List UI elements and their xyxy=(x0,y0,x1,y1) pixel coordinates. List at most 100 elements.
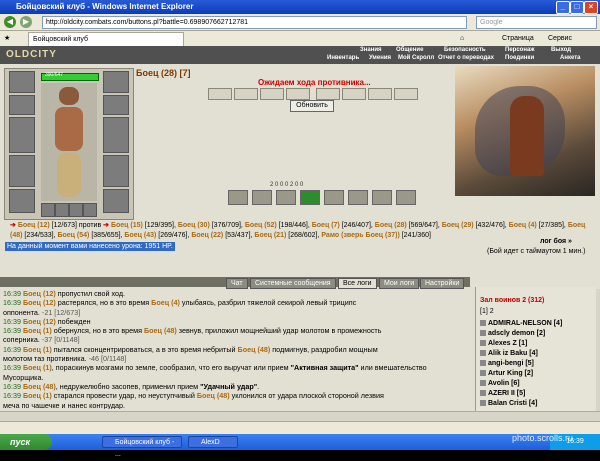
room-user[interactable]: Artur King [2] xyxy=(480,370,533,377)
menu-transfers[interactable]: Отчет о переводах xyxy=(438,55,494,61)
room-pages[interactable]: [1] 2 xyxy=(480,308,494,315)
belt-slot[interactable] xyxy=(9,189,35,213)
taskbar-item-ie[interactable]: Бойцовский клуб - ... xyxy=(102,436,182,458)
opponent-name[interactable]: Боец (28) xyxy=(375,222,407,229)
gloves-slot[interactable] xyxy=(83,203,97,217)
taskbar-item-alexd[interactable]: AlexD xyxy=(188,436,238,448)
menu-inventory[interactable]: Инвентарь xyxy=(327,55,359,61)
bracer-slot[interactable] xyxy=(103,95,129,115)
room-user[interactable]: Alik iz Baku [4] xyxy=(480,350,538,357)
room-user[interactable]: adscly demon [2] xyxy=(480,330,545,337)
ring-slot[interactable] xyxy=(69,203,83,217)
close-button[interactable]: × xyxy=(584,1,598,14)
attack-zone-scroll[interactable] xyxy=(286,88,310,100)
menu-skills[interactable]: Умения xyxy=(369,55,391,61)
opponent-name[interactable]: Боец (43) xyxy=(124,232,156,239)
tab-system[interactable]: Системные сообщения xyxy=(250,278,336,289)
ring-slot[interactable] xyxy=(55,203,69,217)
room-user-name[interactable]: adscly demon [2] xyxy=(488,330,545,337)
opponent-name[interactable]: Боец (4) xyxy=(509,222,537,229)
battle-log-link[interactable]: лог боя » xyxy=(540,238,572,245)
back-icon[interactable]: ◀ xyxy=(4,16,16,28)
ring-slot[interactable] xyxy=(41,203,55,217)
tab-my-logs[interactable]: Мои логи xyxy=(379,278,420,289)
menu-knowledge[interactable]: Знания xyxy=(360,47,382,53)
room-user-name[interactable]: Alexes Z [1] xyxy=(488,340,527,347)
chat-player-name[interactable]: Боец (48) xyxy=(23,382,56,391)
opponent-name[interactable]: Рамо (зверь Боец (37)) xyxy=(321,232,399,239)
chat-player-name[interactable]: Боец (48) xyxy=(144,326,177,335)
tactic-icon[interactable] xyxy=(276,190,296,205)
opponent-name[interactable]: Боец (29) xyxy=(442,222,474,229)
attack-zone-scroll[interactable] xyxy=(208,88,232,100)
room-user-name[interactable]: AZERI II [5] xyxy=(488,390,525,397)
chat-player-name[interactable]: Боец (1) xyxy=(23,345,52,354)
tactic-icon[interactable] xyxy=(324,190,344,205)
chat-player-name[interactable]: Боец (12) xyxy=(23,298,56,307)
room-user-name[interactable]: Artur King [2] xyxy=(488,370,533,377)
opponent-name[interactable]: Боец (15) xyxy=(111,222,143,229)
armor-slot[interactable] xyxy=(9,155,35,187)
tab-all-logs[interactable]: Все логи xyxy=(338,278,377,289)
tab-settings[interactable]: Настройки xyxy=(420,278,465,289)
search-input[interactable]: Google xyxy=(476,16,597,29)
chat-player-name[interactable]: Боец (1) xyxy=(23,326,52,335)
tactic-icon[interactable] xyxy=(372,190,392,205)
tab-combats[interactable]: Бойцовский клуб xyxy=(28,32,184,47)
maximize-button[interactable]: □ xyxy=(570,1,584,14)
forward-icon[interactable]: ▶ xyxy=(20,16,32,28)
defense-zone-scroll[interactable] xyxy=(394,88,418,100)
chat-player-name[interactable]: Боец (1) xyxy=(23,391,52,400)
opponent-name[interactable]: Боец (7) xyxy=(312,222,340,229)
chat-player-name[interactable]: Боец (12) xyxy=(23,317,56,326)
tactic-icon[interactable] xyxy=(348,190,368,205)
opponent-name[interactable]: Боец (12) xyxy=(18,222,50,229)
earring-slot[interactable] xyxy=(103,71,129,93)
service-menu[interactable]: Сервис xyxy=(548,33,572,44)
boots-slot[interactable] xyxy=(103,189,129,213)
menu-chat[interactable]: Общение xyxy=(396,47,423,53)
tab-chat[interactable]: Чат xyxy=(226,278,248,289)
room-user[interactable]: Avolin [6] xyxy=(480,380,520,387)
opponent-name[interactable]: Боец (30) xyxy=(178,222,210,229)
chat-player-name[interactable]: Боец (48) xyxy=(238,345,271,354)
weapon-slot[interactable] xyxy=(9,117,35,153)
page-menu[interactable]: Страница xyxy=(502,33,534,44)
chat-player-name[interactable]: Боец (4) xyxy=(151,298,180,307)
leggings-slot[interactable] xyxy=(103,155,129,187)
tactic-icon[interactable] xyxy=(252,190,272,205)
chat-player-name[interactable]: Боец (48) xyxy=(197,391,230,400)
menu-exit[interactable]: Выход xyxy=(551,47,571,53)
room-user-name[interactable]: ADMIRAL-NELSON [4] xyxy=(488,320,562,327)
minimize-button[interactable]: _ xyxy=(556,1,570,14)
room-user[interactable]: Alexes Z [1] xyxy=(480,340,527,347)
menu-my-scroll[interactable]: Мой Скролл xyxy=(398,55,434,61)
start-button[interactable]: пуск xyxy=(0,434,52,450)
defense-zone-scroll[interactable] xyxy=(342,88,366,100)
amulet-slot[interactable] xyxy=(9,95,35,115)
tactic-icon[interactable] xyxy=(228,190,248,205)
opponent-name[interactable]: Боец (21) xyxy=(254,232,286,239)
tactic-icon[interactable] xyxy=(396,190,416,205)
attack-zone-scroll[interactable] xyxy=(260,88,284,100)
chat-player-name[interactable]: Боец (12) xyxy=(23,289,56,298)
helmet-slot[interactable] xyxy=(9,71,35,93)
refresh-button[interactable]: Обновить xyxy=(290,100,334,112)
menu-security[interactable]: Безопасность xyxy=(444,47,486,53)
tactic-icon-active[interactable] xyxy=(300,190,320,205)
favorites-star-icon[interactable]: ★ xyxy=(4,33,10,44)
menu-character[interactable]: Персонаж xyxy=(505,47,535,53)
opponent-name[interactable]: Боец (54) xyxy=(57,232,89,239)
defense-zone-scroll[interactable] xyxy=(368,88,392,100)
chat-player-name[interactable]: Боец (1) xyxy=(23,363,52,372)
address-input[interactable]: http://oldcity.combats.com/buttons.pl?ba… xyxy=(42,16,467,29)
room-user-name[interactable]: Alik iz Baku [4] xyxy=(488,350,538,357)
home-icon[interactable]: ⌂ xyxy=(460,33,464,44)
room-user[interactable]: ADMIRAL-NELSON [4] xyxy=(480,320,562,327)
menu-battles[interactable]: Поединки xyxy=(505,55,534,61)
defense-zone-scroll[interactable] xyxy=(316,88,340,100)
room-user-name[interactable]: angi-bengi [5] xyxy=(488,360,534,367)
opponent-name[interactable]: Боец (22) xyxy=(191,232,223,239)
offhand-slot[interactable] xyxy=(103,117,129,153)
room-user-name[interactable]: Avolin [6] xyxy=(488,380,520,387)
